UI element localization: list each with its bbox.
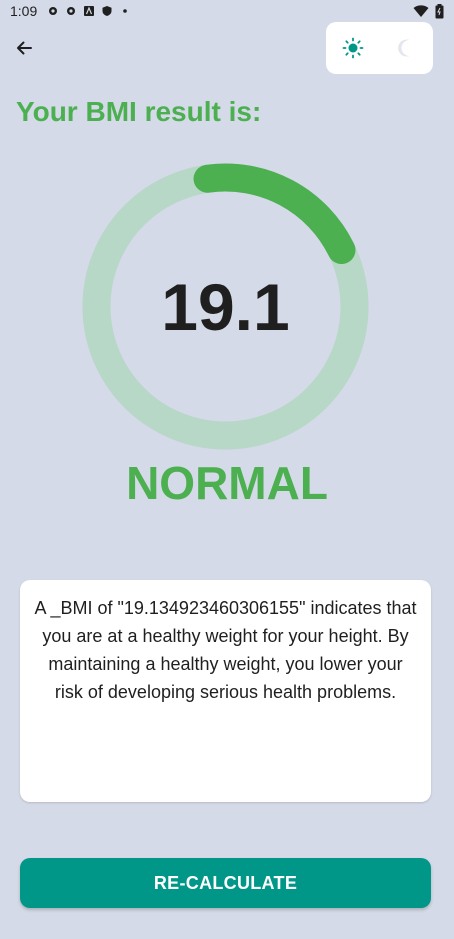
result-title: Your BMI result is:	[16, 96, 262, 127]
light-mode-option[interactable]	[338, 33, 368, 63]
status-time: 1:09	[10, 3, 38, 19]
info-text: A _BMI of "19.134923460306155" indicates…	[34, 598, 417, 702]
dot-icon	[123, 9, 128, 13]
arrow-back-icon	[17, 41, 32, 55]
wifi-icon	[413, 4, 429, 17]
battery-icon	[435, 3, 444, 18]
bmi-category: NORMAL	[126, 457, 328, 509]
moon-icon	[398, 39, 410, 57]
info-card: A _BMI of "19.134923460306155" indicates…	[20, 580, 431, 802]
shield-icon	[102, 6, 112, 16]
sun-icon	[342, 37, 364, 59]
status-bar: 1:09	[0, 0, 454, 22]
status-left: 1:09	[0, 3, 131, 19]
recalculate-button[interactable]: RE-CALCULATE	[20, 858, 431, 908]
settings-icon	[49, 7, 58, 15]
settings-icon	[67, 7, 76, 15]
dark-mode-option[interactable]	[391, 33, 421, 63]
status-right	[413, 3, 454, 19]
bmi-value: 19.1	[161, 269, 290, 344]
back-button[interactable]	[10, 34, 38, 62]
theme-toggle	[326, 22, 433, 74]
a-icon	[84, 6, 95, 16]
